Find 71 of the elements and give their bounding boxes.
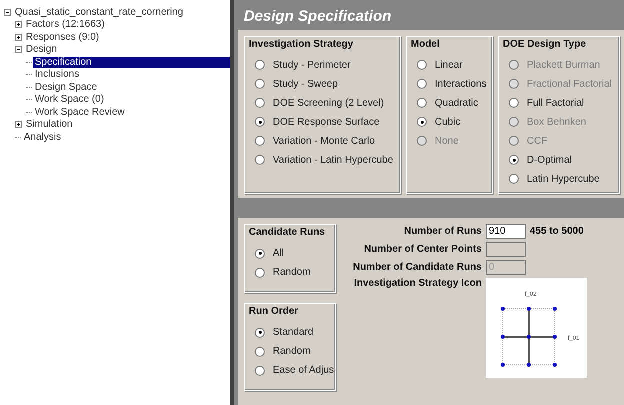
tree-item[interactable]: Work Space Review <box>33 106 127 118</box>
group-title: Run Order <box>249 306 300 317</box>
radio-button[interactable] <box>255 79 265 90</box>
tree-item[interactable]: Simulation <box>24 119 75 130</box>
radio-button[interactable] <box>255 98 265 108</box>
radio-button[interactable] <box>417 98 427 108</box>
option-label: D-Optimal <box>527 154 572 166</box>
field-label: Investigation Strategy Icon <box>353 278 482 289</box>
panel-title: Design Specification <box>243 7 393 27</box>
radio-button[interactable] <box>509 174 519 184</box>
radio-button[interactable] <box>255 366 265 376</box>
tree-item[interactable]: Analysis <box>22 132 64 143</box>
group-title: Candidate Runs <box>249 227 326 238</box>
option-label: Box Behnken <box>527 116 586 128</box>
option-label: None <box>435 136 459 147</box>
radio-button[interactable] <box>417 117 427 128</box>
tree-item[interactable]: Factors (12:1663) <box>24 19 107 30</box>
radio-button[interactable] <box>509 98 519 108</box>
group-title: DOE Design Type <box>503 38 588 50</box>
radio-button[interactable] <box>255 155 265 166</box>
option-label: CCF <box>527 136 548 147</box>
option-label: Study - Perimeter <box>273 60 351 71</box>
option-label: Random <box>273 267 311 278</box>
radio-button[interactable] <box>255 268 265 278</box>
tree-item[interactable]: Work Space (0) <box>33 94 106 106</box>
collapse-icon[interactable] <box>15 46 22 54</box>
input-field: 0 <box>486 260 526 275</box>
option-label: Latin Hypercube <box>527 174 600 185</box>
input-field[interactable]: 910 <box>486 224 526 239</box>
field-label: Number of Center Points <box>363 244 482 255</box>
option-label: DOE Response Surface <box>273 116 380 128</box>
option-label: Standard <box>273 327 314 338</box>
option-label: Plackett Burman <box>527 60 600 71</box>
range-hint: 455 to 5000 <box>530 226 584 237</box>
tree-item[interactable]: Responses (9:0) <box>24 32 102 43</box>
grid-drawing <box>501 307 557 367</box>
option-label: All <box>273 248 284 259</box>
radio-button[interactable] <box>255 60 265 70</box>
radio-button[interactable] <box>255 136 265 146</box>
collapse-icon[interactable] <box>4 8 11 16</box>
option-label: Variation - Latin Hypercube <box>273 154 394 166</box>
radio-button[interactable] <box>255 117 265 128</box>
option-label: Full Factorial <box>527 98 584 109</box>
radio-button[interactable] <box>255 328 265 338</box>
radio-button[interactable] <box>509 155 519 166</box>
radio-button[interactable] <box>417 60 427 70</box>
option-label: Ease of Adjus <box>273 365 334 376</box>
option-label: DOE Screening (2 Level) <box>273 98 384 109</box>
option-label: Interactions <box>435 78 487 90</box>
option-label: Quadratic <box>435 98 478 109</box>
expand-icon[interactable] <box>15 121 22 128</box>
field-label: Number of Candidate Runs <box>352 262 482 273</box>
tree-item[interactable]: Design Space <box>33 82 100 93</box>
option-label: Linear <box>435 60 463 71</box>
radio-button[interactable] <box>255 248 265 258</box>
option-label: Fractional Factorial <box>527 78 612 90</box>
tree-item[interactable]: Quasi_static_constant_rate_cornering <box>13 6 186 18</box>
expand-icon[interactable] <box>15 34 22 41</box>
tree-item[interactable]: Specification <box>33 56 230 68</box>
option-label: Variation - Monte Carlo <box>273 136 376 147</box>
field-label: Number of Runs <box>403 226 482 237</box>
group-title: Investigation Strategy <box>249 38 354 50</box>
tree-item[interactable]: Design <box>24 44 60 56</box>
group-title: Model <box>411 38 441 50</box>
option-label: Cubic <box>435 116 461 128</box>
radio-button[interactable] <box>255 346 265 356</box>
expand-icon[interactable] <box>15 21 22 28</box>
radio-button[interactable] <box>417 79 427 90</box>
option-label: Random <box>273 346 311 357</box>
option-label: Study - Sweep <box>273 78 338 90</box>
tree-item[interactable]: Inclusions <box>33 69 82 80</box>
